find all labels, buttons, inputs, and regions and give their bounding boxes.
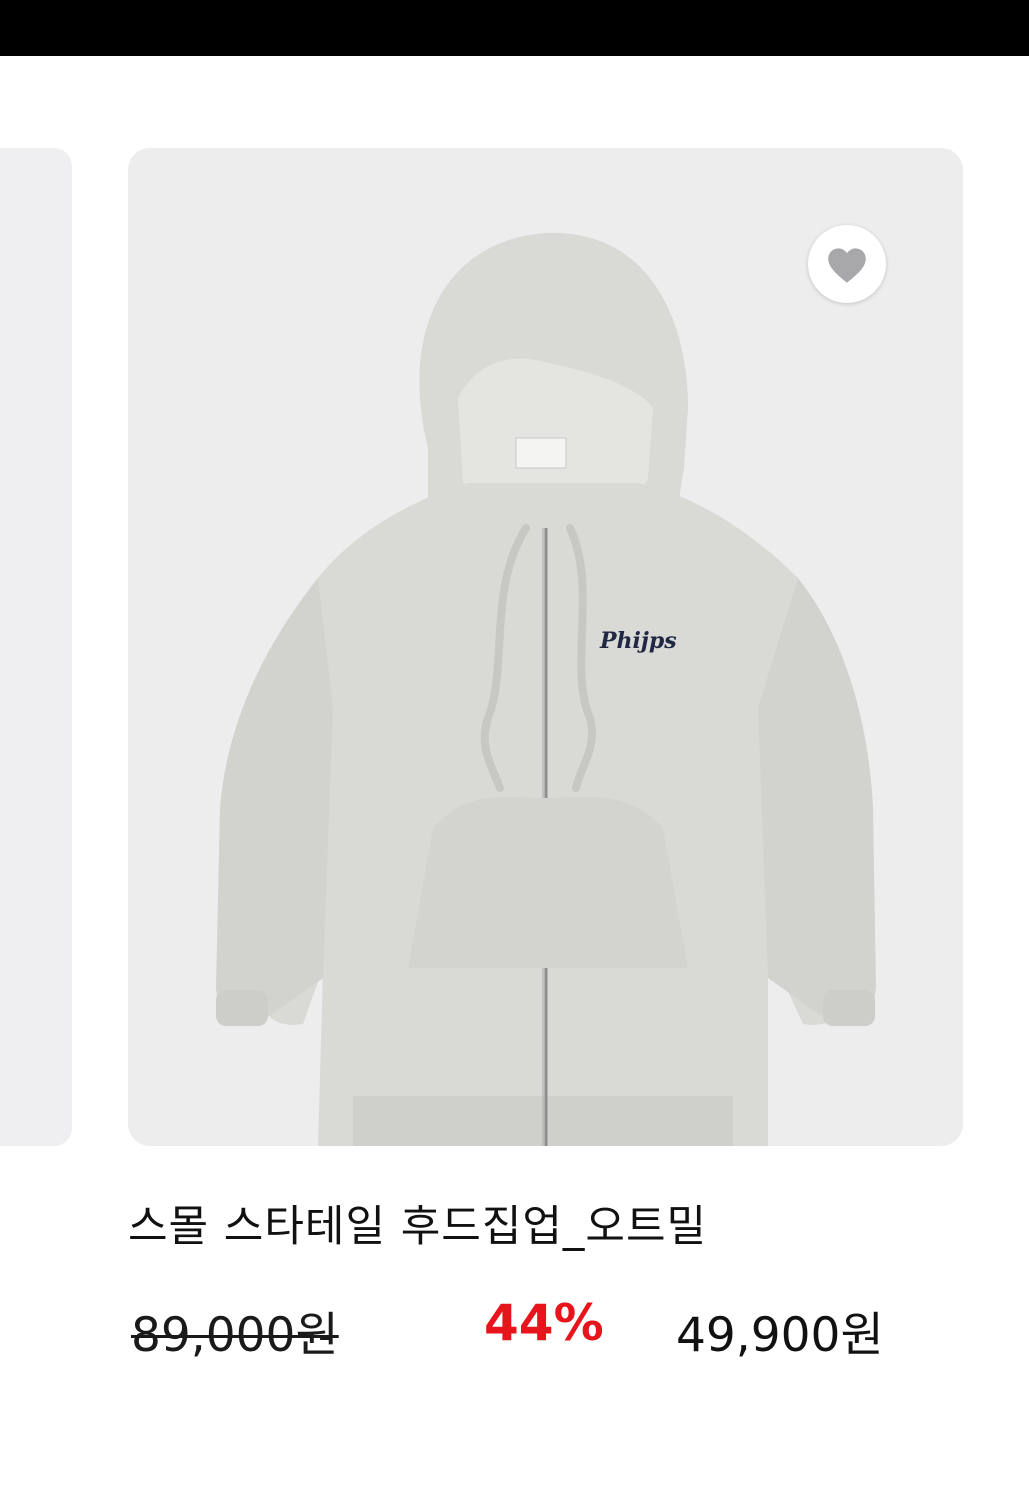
heart-icon	[828, 248, 866, 283]
product-name[interactable]: 스몰 스타테일 후드집업_오트밀	[128, 1192, 707, 1254]
previous-product-card[interactable]	[0, 148, 72, 1146]
svg-text:Phijps: Phijps	[599, 628, 677, 654]
status-bar	[0, 0, 1029, 56]
wishlist-button[interactable]	[808, 225, 886, 303]
price-row: 89,000원 44% 49,900원	[128, 1294, 963, 1366]
discount-rate: 44%	[484, 1294, 604, 1352]
original-price: 89,000원	[131, 1308, 339, 1363]
sale-price: 49,900원	[676, 1308, 884, 1363]
